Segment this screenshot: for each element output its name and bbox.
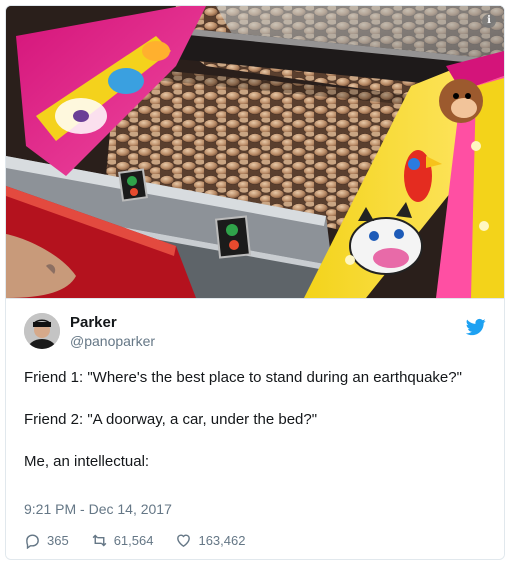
tweet-media-image[interactable]: i (6, 6, 504, 298)
retweet-count: 61,564 (113, 532, 154, 548)
coin-pusher-photo (6, 6, 504, 298)
like-count: 163,462 (198, 532, 246, 548)
tweet-card: i Parker @panoparker Friend 1: "Where's … (5, 5, 505, 560)
author-handle[interactable]: @panoparker (70, 333, 155, 349)
reply-button[interactable]: 365 (24, 532, 69, 549)
avatar[interactable] (24, 313, 60, 349)
tweet-actions: 365 61,564 163,462 (24, 530, 267, 550)
retweet-button[interactable]: 61,564 (91, 532, 154, 549)
tweet-text: Friend 1: "Where's the best place to sta… (24, 369, 462, 470)
reply-count: 365 (47, 532, 69, 548)
reply-icon (26, 533, 39, 549)
avatar-image (24, 313, 60, 349)
tweet-timestamp[interactable]: 9:21 PM - Dec 14, 2017 (24, 501, 172, 517)
info-icon[interactable]: i (482, 14, 496, 28)
like-button[interactable]: 163,462 (175, 532, 245, 549)
author-name[interactable]: Parker (70, 314, 117, 331)
twitter-bird-icon[interactable] (466, 317, 486, 337)
heart-icon (177, 534, 191, 547)
tweet-body: Parker @panoparker Friend 1: "Where's th… (6, 298, 504, 559)
retweet-icon (92, 534, 107, 546)
